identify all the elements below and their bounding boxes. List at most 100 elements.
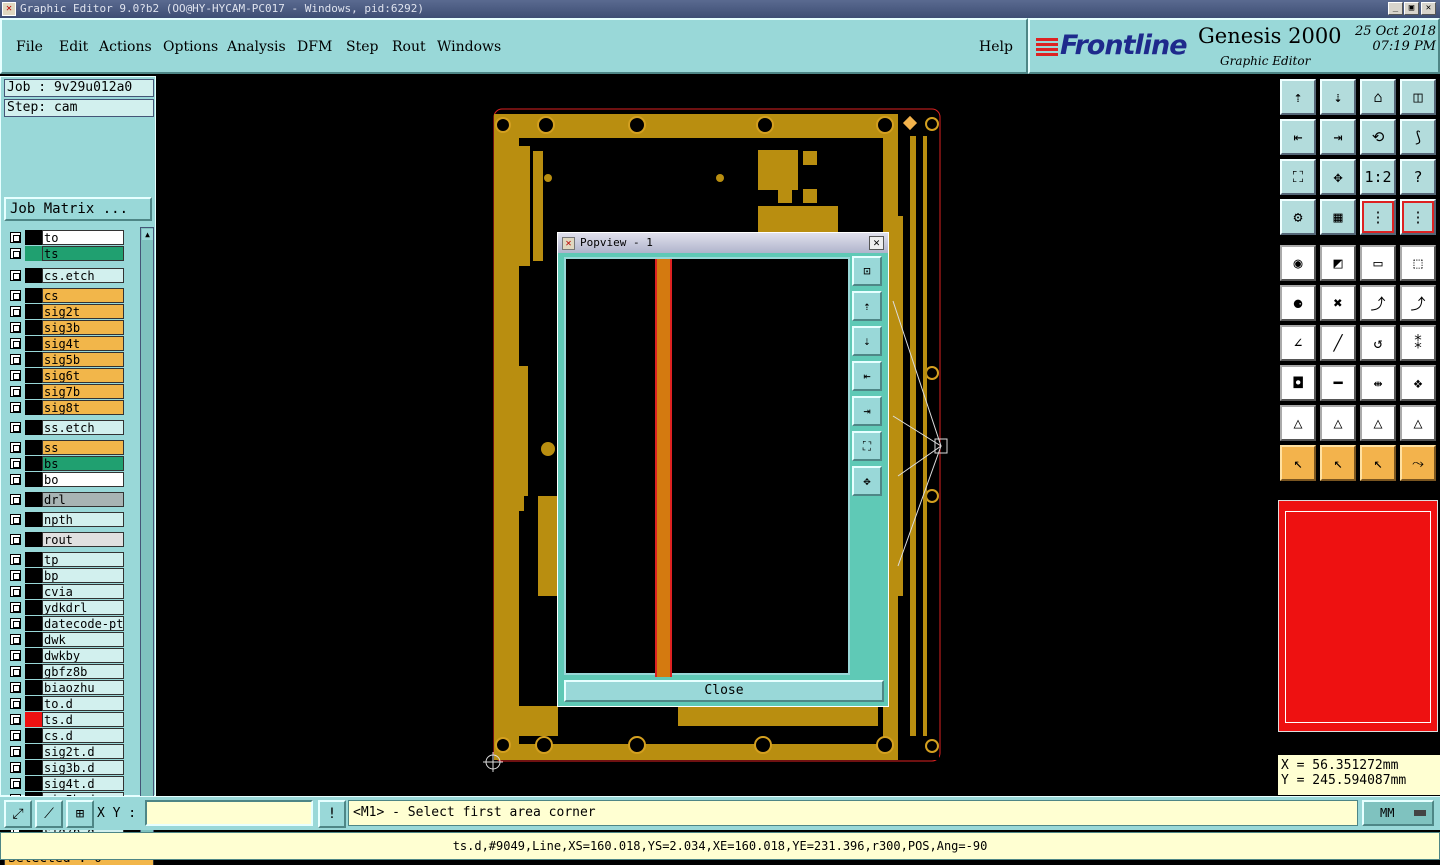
layer-name[interactable]: sig8t (42, 400, 124, 415)
layer-checkbox[interactable] (10, 602, 21, 613)
resize-icon[interactable]: ⇹ (1360, 365, 1396, 401)
layer-checkbox[interactable] (10, 270, 21, 281)
layer-color-swatch[interactable] (25, 600, 42, 615)
layer-color-swatch[interactable] (25, 760, 42, 775)
layer-checkbox[interactable] (10, 634, 21, 645)
layer-row[interactable]: ss.etch (6, 420, 128, 435)
triangle-up-icon[interactable]: △ (1280, 405, 1316, 441)
layer-name[interactable]: sig5b (42, 352, 124, 367)
layer-color-swatch[interactable] (25, 648, 42, 663)
layer-row[interactable]: bo (6, 472, 128, 487)
layer-checkbox[interactable] (10, 422, 21, 433)
layer-row[interactable]: cs.d (6, 728, 128, 743)
layer-name[interactable]: npth (42, 512, 124, 527)
layer-row[interactable]: bs (6, 456, 128, 471)
arc-icon[interactable]: ↺ (1360, 325, 1396, 361)
layer-color-swatch[interactable] (25, 632, 42, 647)
layer-checkbox[interactable] (10, 762, 21, 773)
layer-checkbox[interactable] (10, 354, 21, 365)
layer-name[interactable]: bs (42, 456, 124, 471)
layer-name[interactable]: sig2t (42, 304, 124, 319)
triangle-sharp-icon[interactable]: △ (1400, 405, 1436, 441)
popview-canvas[interactable] (564, 257, 850, 677)
layer-checkbox[interactable] (10, 650, 21, 661)
layer-row[interactable]: sig3b (6, 320, 128, 335)
menu-edit[interactable]: Edit (59, 39, 88, 55)
layer-row[interactable]: datecode-ptc (6, 616, 128, 631)
close-window-button[interactable]: ✕ (1421, 2, 1436, 15)
layers-icon[interactable]: ⋮ (1360, 199, 1396, 235)
layer-color-swatch[interactable] (25, 492, 42, 507)
layer-row[interactable]: cs.etch (6, 268, 128, 283)
menu-help[interactable]: Help (979, 39, 1013, 55)
layer-row[interactable]: sig2t (6, 304, 128, 319)
xy-input[interactable] (145, 800, 313, 826)
menu-actions[interactable]: Actions (99, 39, 152, 55)
layer-name[interactable]: cs (42, 288, 124, 303)
layer-checkbox[interactable] (10, 586, 21, 597)
layer-name[interactable]: bo (42, 472, 124, 487)
layer-row[interactable]: cvia (6, 584, 128, 599)
layer-color-swatch[interactable] (25, 680, 42, 695)
add-pad-icon[interactable]: ◉ (1280, 245, 1316, 281)
layer-row[interactable]: npth (6, 512, 128, 527)
connect-icon[interactable]: ⚈ (1280, 285, 1316, 321)
layer-row[interactable]: dwk (6, 632, 128, 647)
grid-icon[interactable]: ▦ (1320, 199, 1356, 235)
layer-checkbox[interactable] (10, 534, 21, 545)
layer-name[interactable]: to (42, 230, 124, 245)
pan-right-icon[interactable]: ⇥ (1320, 119, 1356, 155)
layer-name[interactable]: biaozhu (42, 680, 124, 695)
layer-color-swatch[interactable] (25, 472, 42, 487)
layer-color-swatch[interactable] (25, 664, 42, 679)
menu-file[interactable]: File (16, 39, 43, 55)
layer-color-swatch[interactable] (25, 352, 42, 367)
layer-name[interactable]: sig3b (42, 320, 124, 335)
layer-checkbox[interactable] (10, 666, 21, 677)
layer-row[interactable]: to.d (6, 696, 128, 711)
layer-name[interactable]: datecode-ptc (42, 616, 124, 631)
layer-checkbox[interactable] (10, 322, 21, 333)
layer-color-swatch[interactable] (25, 268, 42, 283)
home-icon[interactable]: ⌂ (1360, 79, 1396, 115)
layer-color-swatch[interactable] (25, 552, 42, 567)
layer-row[interactable]: sig8t (6, 400, 128, 415)
layer-checkbox[interactable] (10, 458, 21, 469)
layer-checkbox[interactable] (10, 746, 21, 757)
menu-analysis[interactable]: Analysis (227, 39, 286, 55)
menu-windows[interactable]: Windows (437, 39, 501, 55)
layer-row[interactable]: tp (6, 552, 128, 567)
layer-name[interactable]: sig6t (42, 368, 124, 383)
zoom-out-icon[interactable]: ⇣ (852, 326, 882, 356)
layer-checkbox[interactable] (10, 402, 21, 413)
layer-checkbox[interactable] (10, 494, 21, 505)
layer-name[interactable]: sig4t.d (42, 776, 124, 791)
layer-color-swatch[interactable] (25, 512, 42, 527)
select-box-icon[interactable]: ↖ (1320, 445, 1356, 481)
measure-icon[interactable]: ⟋ (35, 800, 63, 828)
layer-color-swatch[interactable] (25, 744, 42, 759)
center-icon[interactable]: ✥ (1320, 159, 1356, 195)
layer-color-swatch[interactable] (25, 304, 42, 319)
fit-icon[interactable]: ⛶ (852, 431, 882, 461)
pan-right-icon[interactable]: ⇥ (852, 396, 882, 426)
layer-row[interactable]: to (6, 230, 128, 245)
layer-checkbox[interactable] (10, 290, 21, 301)
zoom-home-icon[interactable]: ⇡ (1280, 79, 1316, 115)
layer-name[interactable]: ss (42, 440, 124, 455)
redraw-icon[interactable]: ⟲ (1360, 119, 1396, 155)
layer-row[interactable]: rout (6, 532, 128, 547)
grid-snap-icon[interactable]: ⊞ (66, 800, 94, 828)
layer-scrollbar[interactable]: ▲ ▼ (140, 227, 154, 847)
layer-row[interactable]: sig3b.d (6, 760, 128, 775)
layer-checkbox[interactable] (10, 618, 21, 629)
layer-row[interactable]: gbfz8b (6, 664, 128, 679)
layer-checkbox[interactable] (10, 338, 21, 349)
layer-checkbox[interactable] (10, 554, 21, 565)
pan-left-icon[interactable]: ⇤ (1280, 119, 1316, 155)
layer-name[interactable]: cs.d (42, 728, 124, 743)
layer-name[interactable]: bp (42, 568, 124, 583)
layer-row[interactable]: cs (6, 288, 128, 303)
zoom-window-icon[interactable]: ⊡ (852, 256, 882, 286)
snap-corner-icon[interactable]: ⤢ (4, 800, 32, 828)
